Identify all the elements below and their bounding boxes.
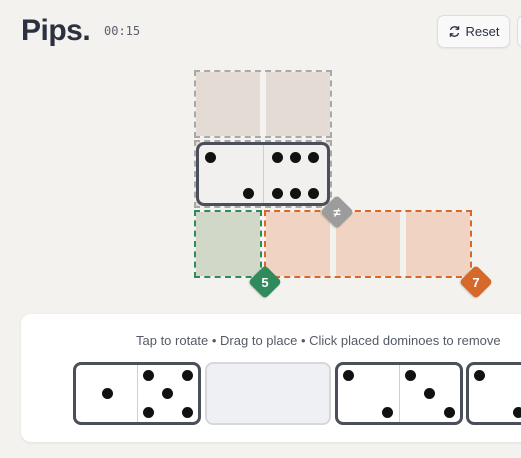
pip (404, 370, 416, 381)
pip (289, 188, 301, 199)
board-cell[interactable] (266, 212, 330, 276)
tray-domino-placeholder (205, 362, 331, 425)
pip (474, 370, 485, 381)
pip (382, 407, 393, 418)
tray-domino[interactable] (73, 362, 201, 425)
reset-icon (448, 25, 461, 38)
page-title: Pips. (21, 14, 91, 47)
pips-game: Pips. 00:15 Reset ≠ 5 7 Tap to rotate • … (0, 0, 521, 458)
pip (243, 188, 254, 199)
placed-domino[interactable] (196, 142, 330, 206)
tray-domino[interactable] (466, 362, 521, 425)
pip (142, 370, 154, 381)
secondary-header-button[interactable] (517, 15, 521, 48)
domino-half-3 (338, 365, 399, 422)
pip (343, 370, 354, 381)
pip (307, 188, 319, 199)
domino-half-3 (398, 365, 461, 422)
pip (181, 407, 193, 418)
board-cell[interactable] (266, 72, 330, 136)
board-cell[interactable] (406, 212, 470, 276)
pip (289, 152, 301, 163)
pip (102, 388, 113, 399)
timer: 00:15 (104, 24, 141, 38)
region-constraint-badge-sum: 5 (248, 265, 282, 299)
pip (271, 152, 283, 163)
pip (513, 407, 521, 418)
domino-half-6 (262, 145, 328, 203)
domino-half-5 (136, 365, 199, 422)
pip (423, 388, 435, 399)
pip (271, 188, 283, 199)
board-cell[interactable] (196, 72, 260, 136)
pip (205, 152, 216, 163)
domino-half (469, 365, 521, 422)
pip (181, 370, 193, 381)
pip (142, 407, 154, 418)
reset-label: Reset (465, 24, 500, 39)
board-cell[interactable] (196, 212, 260, 276)
instructions-text: Tap to rotate • Drag to place • Click pl… (136, 333, 501, 348)
pip (161, 388, 173, 399)
region-constraint-badge-not-equal: ≠ (320, 195, 354, 229)
domino-half-2 (199, 145, 263, 203)
pip (443, 407, 455, 418)
tray-domino[interactable] (335, 362, 463, 425)
region-constraint-badge-sum: 7 (459, 265, 493, 299)
domino-half-1 (76, 365, 137, 422)
reset-button[interactable]: Reset (437, 15, 510, 48)
pip (307, 152, 319, 163)
